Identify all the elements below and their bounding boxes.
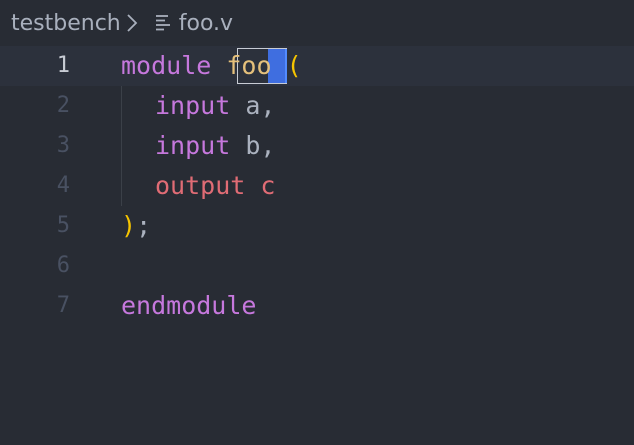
code-text: endmodule [121,286,256,326]
keyword: module [121,51,212,80]
file-lines-icon [151,11,179,35]
code-line[interactable]: 6 [0,246,634,286]
breadcrumb-folder[interactable]: testbench [11,11,121,36]
code-editor[interactable]: 1 module foo ( 2 input a, 3 input b, 4 o… [0,46,634,445]
keyword: input [155,131,231,160]
line-number: 3 [56,133,70,158]
keyword: output [155,171,246,200]
line-number: 6 [56,253,70,278]
code-line[interactable]: 1 module foo ( [0,46,634,86]
line-number: 1 [56,53,70,78]
line-number: 2 [56,93,70,118]
code-text: input b, [155,131,276,160]
code-line[interactable]: 4 output c [0,166,634,206]
keyword: endmodule [121,291,257,320]
line-number: 5 [56,213,70,238]
module-name-selected: o [256,51,272,80]
code-line[interactable]: 5 ); [0,206,634,246]
line-number: 4 [56,173,70,198]
code-line[interactable]: 7 endmodule [0,286,634,326]
line-number: 7 [56,293,70,318]
close-paren: ) [121,211,137,240]
code-line[interactable]: 3 input b, [0,126,634,166]
code-text: module foo ( [121,46,302,86]
keyword: input [155,91,231,120]
code-text: input a, [155,91,276,120]
breadcrumb: testbench foo.v [0,0,634,46]
breadcrumb-file[interactable]: foo.v [179,11,233,36]
code-line[interactable]: 2 input a, [0,86,634,126]
code-text: output c [155,171,276,200]
open-paren: ( [286,51,302,80]
chevron-right-icon [121,11,151,35]
module-name: fo [226,51,257,80]
code-text: ); [121,211,152,240]
